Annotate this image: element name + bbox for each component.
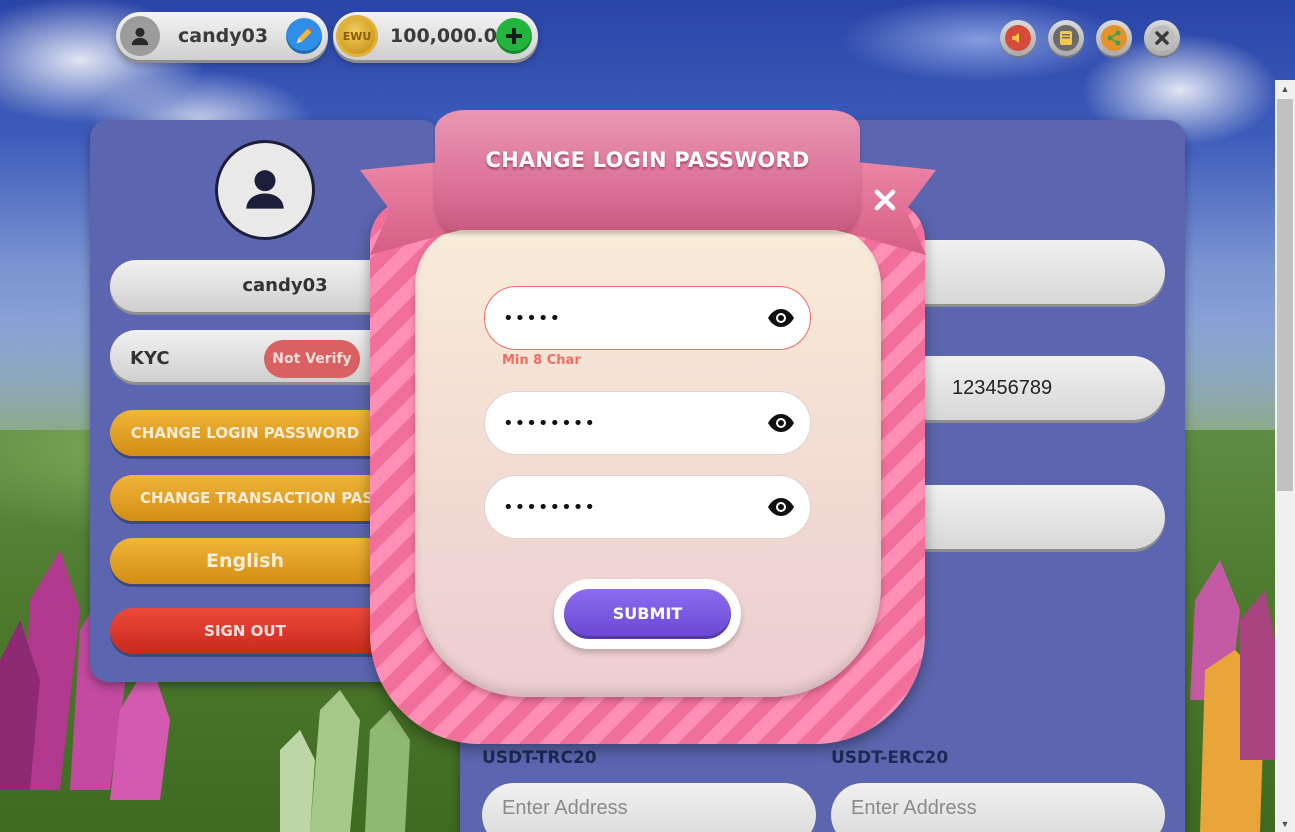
sound-button[interactable] — [1000, 20, 1036, 56]
password-error-message: Min 8 Char — [502, 353, 581, 368]
plus-icon — [506, 28, 522, 44]
crystal-decoration-right — [1190, 560, 1275, 832]
scroll-thumb[interactable] — [1277, 99, 1293, 491]
current-password-field[interactable] — [484, 286, 811, 350]
coin-icon: EWU — [336, 15, 378, 57]
trc20-address-field[interactable] — [482, 783, 816, 832]
erc20-address-input[interactable] — [831, 783, 1165, 832]
close-icon — [874, 189, 896, 211]
eye-icon[interactable] — [766, 305, 796, 331]
new-password-field[interactable] — [484, 391, 811, 455]
modal-close-button[interactable] — [868, 183, 902, 217]
kyc-label: KYC — [130, 348, 170, 369]
trc20-label: USDT-TRC20 — [482, 748, 597, 768]
eye-icon[interactable] — [766, 410, 796, 436]
history-button[interactable] — [1048, 20, 1084, 56]
edit-profile-button[interactable] — [286, 18, 322, 54]
share-icon — [1101, 25, 1127, 51]
hud-username: candy03 — [178, 25, 269, 47]
close-icon — [1149, 25, 1175, 51]
profile-avatar-icon — [215, 140, 315, 240]
top-right-toolbar — [1000, 20, 1180, 56]
erc20-label: USDT-ERC20 — [831, 748, 949, 768]
trc20-address-input[interactable] — [482, 783, 816, 832]
document-icon — [1053, 25, 1079, 51]
modal-title: CHANGE LOGIN PASSWORD — [485, 148, 810, 172]
scroll-up-icon[interactable]: ▲ — [1275, 80, 1295, 97]
current-password-input[interactable] — [503, 287, 753, 349]
user-avatar-icon — [120, 16, 160, 56]
user-chip: candy03 — [116, 12, 328, 60]
new-password-input[interactable] — [503, 392, 753, 454]
kyc-status-badge[interactable]: Not Verify — [264, 340, 360, 378]
pencil-icon — [296, 27, 313, 44]
submit-button[interactable]: SUBMIT — [564, 589, 731, 639]
page-scrollbar[interactable]: ▲ ▼ — [1275, 80, 1295, 832]
scroll-down-icon[interactable]: ▼ — [1275, 815, 1295, 832]
sound-icon — [1005, 25, 1031, 51]
balance-chip: EWU 100,000.00 — [333, 12, 538, 60]
confirm-password-field[interactable] — [484, 475, 811, 539]
hud-balance: 100,000.00 — [390, 25, 511, 47]
eye-icon[interactable] — [766, 494, 796, 520]
erc20-address-field[interactable] — [831, 783, 1165, 832]
add-balance-button[interactable] — [496, 18, 532, 54]
share-button[interactable] — [1096, 20, 1132, 56]
close-game-button[interactable] — [1144, 20, 1180, 56]
phone-value: 123456789 — [952, 377, 1053, 399]
confirm-password-input[interactable] — [503, 476, 753, 538]
